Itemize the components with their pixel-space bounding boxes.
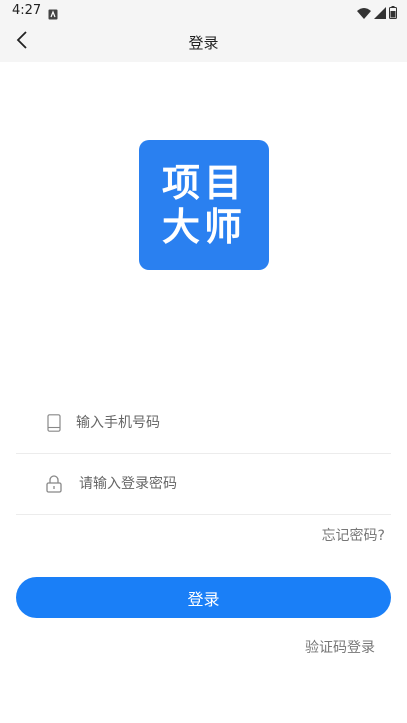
phone-field-row [16, 393, 391, 454]
status-icons [357, 4, 397, 23]
password-field-row [16, 454, 391, 515]
phone-icon [42, 411, 66, 435]
forgot-password-link[interactable]: 忘记密码? [322, 525, 385, 545]
lock-icon [42, 472, 66, 496]
battery-icon [389, 4, 397, 23]
logo-text-line1: 项目 [161, 161, 246, 205]
sms-login-link[interactable]: 验证码登录 [305, 637, 375, 657]
app-logo: 项目 大师 [139, 140, 269, 270]
login-button[interactable]: 登录 [16, 577, 391, 618]
wifi-icon [357, 4, 371, 23]
status-bar: 4:27 [0, 0, 407, 22]
app-bar: 登录 [0, 22, 407, 62]
status-time: 4:27 [12, 3, 42, 18]
phone-input[interactable] [74, 414, 358, 432]
page-title: 登录 [188, 34, 219, 52]
logo-text-line2: 大师 [161, 205, 246, 249]
password-input[interactable] [77, 475, 361, 493]
notification-icon [48, 5, 58, 20]
signal-icon [374, 4, 386, 23]
